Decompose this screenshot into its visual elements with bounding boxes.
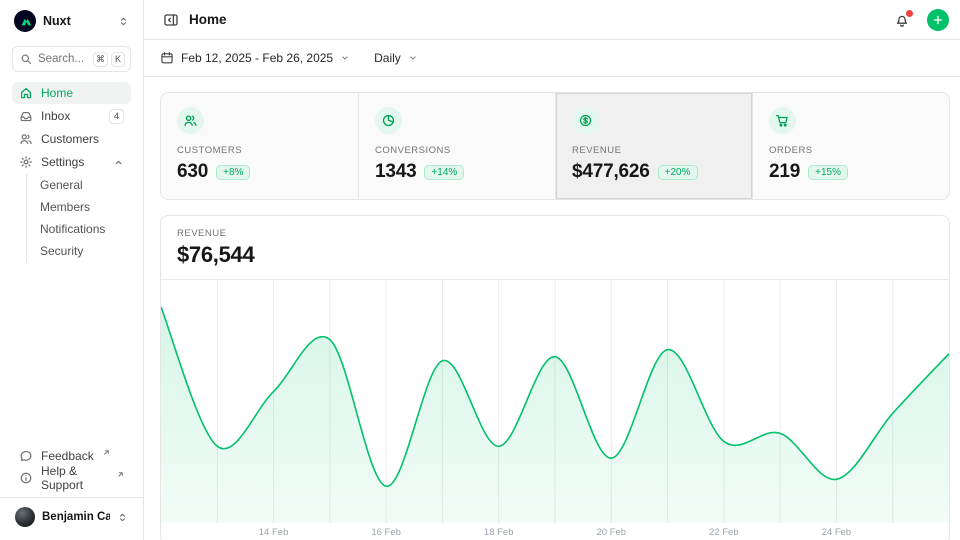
sidebar-item-security[interactable]: Security bbox=[40, 240, 131, 262]
revenue-area-chart[interactable] bbox=[161, 279, 949, 523]
x-axis-label: 18 Feb bbox=[484, 527, 514, 538]
date-range-value: Feb 12, 2025 - Feb 26, 2025 bbox=[181, 51, 333, 65]
stat-label: CUSTOMERS bbox=[177, 145, 342, 156]
filter-toolbar: Feb 12, 2025 - Feb 26, 2025 Daily bbox=[144, 40, 960, 77]
chevron-up-icon bbox=[113, 157, 124, 168]
stat-card-orders[interactable]: ORDERS 219 +15% bbox=[752, 93, 949, 199]
external-link-icon bbox=[103, 449, 110, 456]
workspace-switcher[interactable]: Nuxt bbox=[12, 8, 131, 34]
dollar-circle-icon bbox=[572, 107, 599, 134]
chart-pie-icon bbox=[375, 107, 402, 134]
stat-label: REVENUE bbox=[572, 145, 736, 156]
stat-delta-badge: +15% bbox=[808, 165, 848, 180]
inbox-icon bbox=[19, 109, 33, 123]
main-panel: Home Feb 12, 2025 - Feb 26, 2025 Daily bbox=[144, 0, 960, 540]
sidebar-item-general[interactable]: General bbox=[40, 174, 131, 196]
external-link-icon bbox=[117, 471, 124, 478]
stat-delta-badge: +14% bbox=[424, 165, 464, 180]
workspace-name: Nuxt bbox=[43, 14, 111, 28]
sidebar-item-inbox[interactable]: Inbox 4 bbox=[12, 105, 131, 127]
x-axis-label: 14 Feb bbox=[259, 527, 289, 538]
x-axis-label: 24 Feb bbox=[822, 527, 852, 538]
stat-delta-badge: +20% bbox=[658, 165, 698, 180]
chart-canvas bbox=[161, 280, 949, 523]
info-circle-icon bbox=[19, 471, 33, 485]
sidebar-item-label: Customers bbox=[41, 132, 124, 146]
chart-header: REVENUE $76,544 bbox=[161, 216, 949, 279]
search-shortcut: ⌘ K bbox=[93, 52, 125, 67]
stat-card-revenue[interactable]: REVENUE $477,626 +20% bbox=[555, 93, 752, 199]
inbox-count-badge: 4 bbox=[109, 109, 124, 124]
chart-x-axis: 14 Feb 16 Feb 18 Feb 20 Feb 22 Feb 24 Feb bbox=[161, 523, 949, 540]
revenue-chart-card: REVENUE $76,544 14 Feb 16 Feb 18 Feb 20 Feb… bbox=[160, 215, 950, 540]
chevron-down-icon bbox=[408, 53, 418, 63]
user-menu[interactable]: Benjamin Canac bbox=[12, 504, 131, 530]
notification-dot bbox=[906, 10, 913, 17]
chart-metric-value: $76,544 bbox=[177, 242, 933, 268]
help-support-label: Help & Support bbox=[41, 464, 108, 492]
chart-metric-label: REVENUE bbox=[177, 228, 933, 239]
period-value: Daily bbox=[374, 51, 401, 65]
message-bubble-icon bbox=[19, 449, 33, 463]
sidebar-item-customers[interactable]: Customers bbox=[12, 128, 131, 150]
stat-value: $477,626 bbox=[572, 161, 650, 183]
help-support-link[interactable]: Help & Support bbox=[12, 467, 131, 489]
stat-label: CONVERSIONS bbox=[375, 145, 539, 156]
sidebar-item-settings[interactable]: Settings bbox=[12, 151, 131, 173]
kbd-meta: ⌘ bbox=[93, 52, 108, 67]
gear-icon bbox=[19, 155, 33, 169]
sidebar-item-label: Home bbox=[41, 86, 124, 100]
sidebar-item-label: Inbox bbox=[41, 109, 101, 123]
users-icon bbox=[19, 132, 33, 146]
sidebar-item-members[interactable]: Members bbox=[40, 196, 131, 218]
stat-label: ORDERS bbox=[769, 145, 933, 156]
x-axis-label: 16 Feb bbox=[371, 527, 401, 538]
date-range-picker[interactable]: Feb 12, 2025 - Feb 26, 2025 bbox=[160, 51, 350, 65]
sidebar-item-home[interactable]: Home bbox=[12, 82, 131, 104]
stat-delta-badge: +8% bbox=[216, 165, 250, 180]
app-window: Nuxt Search... ⌘ K Home bbox=[0, 0, 960, 540]
kbd-k: K bbox=[111, 52, 125, 67]
stat-value: 630 bbox=[177, 161, 208, 183]
feedback-label: Feedback bbox=[41, 449, 94, 463]
top-bar: Home bbox=[144, 0, 960, 40]
sidebar-item-notifications[interactable]: Notifications bbox=[40, 218, 131, 240]
search-placeholder: Search... bbox=[38, 53, 87, 65]
settings-submenu: General Members Notifications Security bbox=[26, 174, 131, 262]
calendar-icon bbox=[160, 51, 174, 65]
search-icon bbox=[20, 53, 32, 65]
chevron-down-icon bbox=[340, 53, 350, 63]
sidebar: Nuxt Search... ⌘ K Home bbox=[0, 0, 144, 540]
stat-card-conversions[interactable]: CONVERSIONS 1343 +14% bbox=[358, 93, 555, 199]
chevrons-up-down-icon bbox=[117, 512, 128, 523]
avatar bbox=[15, 507, 35, 527]
stat-value: 1343 bbox=[375, 161, 416, 183]
stat-value: 219 bbox=[769, 161, 800, 183]
dashboard-content: CUSTOMERS 630 +8% CONVERSIONS 1343 +14% bbox=[144, 77, 960, 540]
add-button[interactable] bbox=[927, 9, 949, 31]
x-axis-label: 20 Feb bbox=[596, 527, 626, 538]
page-title: Home bbox=[189, 12, 890, 27]
notifications-button[interactable] bbox=[890, 8, 914, 32]
cart-icon bbox=[769, 107, 796, 134]
sidebar-nav: Home Inbox 4 Customers Settings bbox=[12, 82, 131, 262]
user-name: Benjamin Canac bbox=[42, 511, 110, 523]
home-icon bbox=[19, 86, 33, 100]
chevrons-up-down-icon bbox=[118, 16, 129, 27]
nuxt-logo-icon bbox=[14, 10, 36, 32]
sidebar-item-label: Settings bbox=[41, 155, 105, 169]
stats-row: CUSTOMERS 630 +8% CONVERSIONS 1343 +14% bbox=[160, 92, 950, 200]
users-icon bbox=[177, 107, 204, 134]
stat-card-customers[interactable]: CUSTOMERS 630 +8% bbox=[161, 93, 358, 199]
search-input[interactable]: Search... ⌘ K bbox=[12, 46, 131, 72]
period-select[interactable]: Daily bbox=[374, 51, 418, 65]
collapse-sidebar-button[interactable] bbox=[160, 9, 182, 31]
x-axis-label: 22 Feb bbox=[709, 527, 739, 538]
